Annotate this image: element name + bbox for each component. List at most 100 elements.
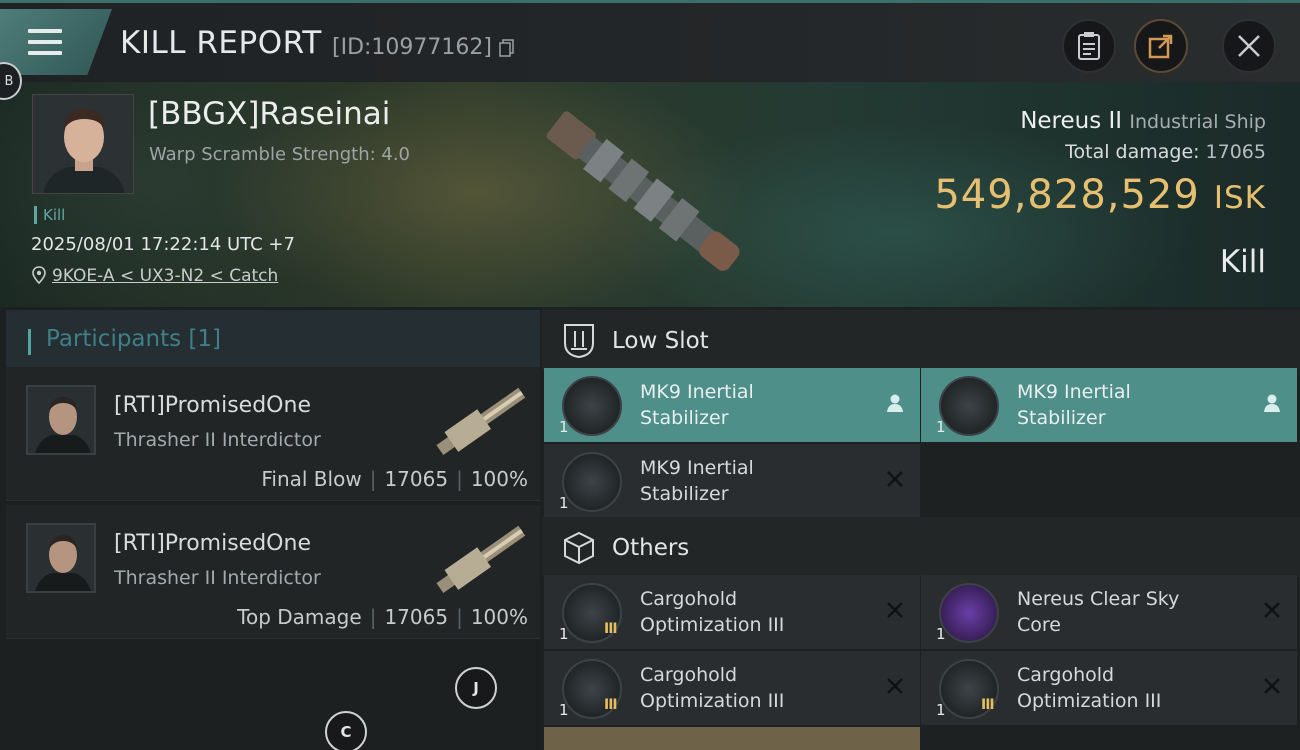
location-pin-icon (32, 266, 46, 284)
participant-percent: 100% (470, 605, 528, 629)
module-name: Cargohold Optimization III (1017, 662, 1247, 714)
module-qty: 1 (936, 701, 946, 719)
kill-location[interactable]: 9KOE-A < UX3-N2 < Catch (32, 266, 278, 286)
participant-damage: 17065 (384, 605, 449, 629)
participant-ship: Thrasher II Interdictor (114, 429, 321, 451)
close-button[interactable] (1222, 19, 1276, 73)
module-name: Cargohold Optimization III (640, 586, 870, 638)
victim-ship[interactable]: Nereus II Industrial Ship (1020, 108, 1266, 134)
module-name: Cargohold Optimization III (640, 662, 870, 714)
module-item[interactable]: 1 MK9 Inertial Stabilizer (544, 368, 920, 442)
module-name: MK9 Inertial Stabilizer (1017, 379, 1247, 431)
module-name-line2: Stabilizer (640, 483, 729, 505)
victim-name[interactable]: [BBGX]Raseinai (148, 96, 390, 132)
victim-summary: [BBGX]Raseinai Warp Scramble Strength: 4… (0, 82, 1300, 307)
module-name: MK9 Inertial Stabilizer (640, 455, 870, 507)
ship-name: Nereus II (1020, 108, 1123, 134)
participant-stats: Final Blow | 17065 | 100% (261, 467, 528, 491)
low-slot-header: Low Slot (542, 310, 1300, 370)
destroyed-x-icon (1264, 678, 1280, 694)
module-qty: 1 (936, 625, 946, 643)
isk-unit: ISK (1213, 180, 1266, 216)
pilot-icon (887, 394, 903, 412)
participants-label: Participants (46, 326, 182, 352)
module-name: Nereus Clear Sky Core (1017, 586, 1247, 638)
participants-count: [1] (188, 326, 222, 352)
module-name-line1: MK9 Inertial (640, 457, 754, 479)
low-slot-title: Low Slot (612, 328, 709, 354)
participant-role: Final Blow (261, 467, 362, 491)
kill-result: Kill (1219, 244, 1266, 280)
kill-datetime: 2025/08/01 17:22:14 UTC +7 (31, 234, 295, 255)
module-tier: III (981, 697, 995, 713)
participant-stats: Top Damage | 17065 | 100% (237, 605, 528, 629)
participant-row[interactable]: [RTI]PromisedOne Thrasher II Interdictor… (6, 505, 540, 639)
participants-panel: Participants [1] [RTI]PromisedOne Thrash… (0, 307, 542, 750)
module-name: MK9 Inertial Stabilizer (640, 379, 870, 431)
participant-avatar (26, 385, 96, 455)
fitting-panel: Low Slot 1 MK9 Inertial Stabilizer 1 MK9 … (542, 307, 1300, 750)
module-qty: 1 (559, 494, 569, 512)
location-link[interactable]: 9KOE-A < UX3-N2 < Catch (52, 266, 278, 286)
inertial-stabilizer-icon (939, 376, 999, 436)
module-qty: 1 (559, 701, 569, 719)
module-name-line2: Core (1017, 614, 1061, 636)
kill-tag: Kill (34, 206, 65, 224)
module-item[interactable]: 1 III Cargohold Optimization III (921, 651, 1297, 725)
module-name-line1: MK9 Inertial (1017, 381, 1131, 403)
header-bar: KILL REPORT [ID:10977162] (0, 0, 1300, 82)
module-qty: 1 (936, 418, 946, 436)
page-title: KILL REPORT (120, 25, 322, 61)
participant-name: [RTI]PromisedOne (114, 531, 311, 556)
participants-header[interactable]: Participants [1] (6, 310, 540, 368)
copy-icon[interactable] (499, 39, 515, 57)
inertial-stabilizer-icon (562, 452, 622, 512)
module-name-line1: MK9 Inertial (640, 381, 754, 403)
others-header: Others (542, 517, 1300, 577)
victim-avatar (33, 95, 133, 193)
module-item-partial[interactable] (544, 727, 920, 750)
share-icon (1148, 34, 1173, 59)
module-name-line2: Optimization III (1017, 690, 1162, 712)
participants-accent (28, 329, 31, 355)
ship-class: Industrial Ship (1129, 111, 1266, 133)
module-item[interactable]: 1 III Cargohold Optimization III (544, 575, 920, 649)
module-item[interactable]: 1 III Cargohold Optimization III (544, 651, 920, 725)
module-name-line1: Cargohold (1017, 664, 1115, 686)
module-name-line2: Stabilizer (640, 407, 729, 429)
module-item[interactable]: 1 MK9 Inertial Stabilizer (921, 368, 1297, 442)
victim-portrait[interactable] (32, 94, 134, 194)
inertial-stabilizer-icon (562, 376, 622, 436)
warp-scramble-strength: Warp Scramble Strength: 4.0 (149, 144, 411, 165)
share-button[interactable] (1134, 19, 1188, 73)
clipboard-button[interactable] (1062, 19, 1116, 73)
kill-id: [ID:10977162] (332, 35, 492, 60)
menu-button[interactable] (0, 9, 112, 75)
menu-icon (28, 29, 62, 55)
isk-amount: 549,828,529 (934, 172, 1200, 218)
participant-percent: 100% (470, 467, 528, 491)
close-icon (1238, 35, 1260, 57)
module-item[interactable]: 1 MK9 Inertial Stabilizer (544, 444, 920, 518)
module-qty: 1 (559, 418, 569, 436)
module-item[interactable]: 1 Nereus Clear Sky Core (921, 575, 1297, 649)
module-name-line1: Cargohold (640, 588, 738, 610)
total-damage-label: Total damage: (1065, 141, 1200, 163)
participant-damage: 17065 (384, 467, 449, 491)
others-cube-icon (564, 531, 594, 565)
module-name-line2: Optimization III (640, 614, 785, 636)
destroyed-x-icon (887, 602, 903, 618)
participant-ship: Thrasher II Interdictor (114, 567, 321, 589)
others-title: Others (612, 535, 690, 561)
participant-ship-image (436, 525, 526, 593)
total-damage: Total damage: 17065 (1065, 141, 1266, 163)
participant-row[interactable]: [RTI]PromisedOne Thrasher II Interdictor… (6, 367, 540, 501)
participants-title: Participants [1] (46, 326, 221, 352)
floating-button-j[interactable]: J (455, 667, 497, 709)
clipboard-icon (1078, 32, 1100, 60)
floating-button-c[interactable]: C (325, 711, 367, 750)
destroyed-x-icon (1264, 602, 1280, 618)
total-damage-value: 17065 (1205, 141, 1266, 163)
isk-value: 549,828,529 ISK (934, 172, 1266, 218)
participant-name: [RTI]PromisedOne (114, 393, 311, 418)
